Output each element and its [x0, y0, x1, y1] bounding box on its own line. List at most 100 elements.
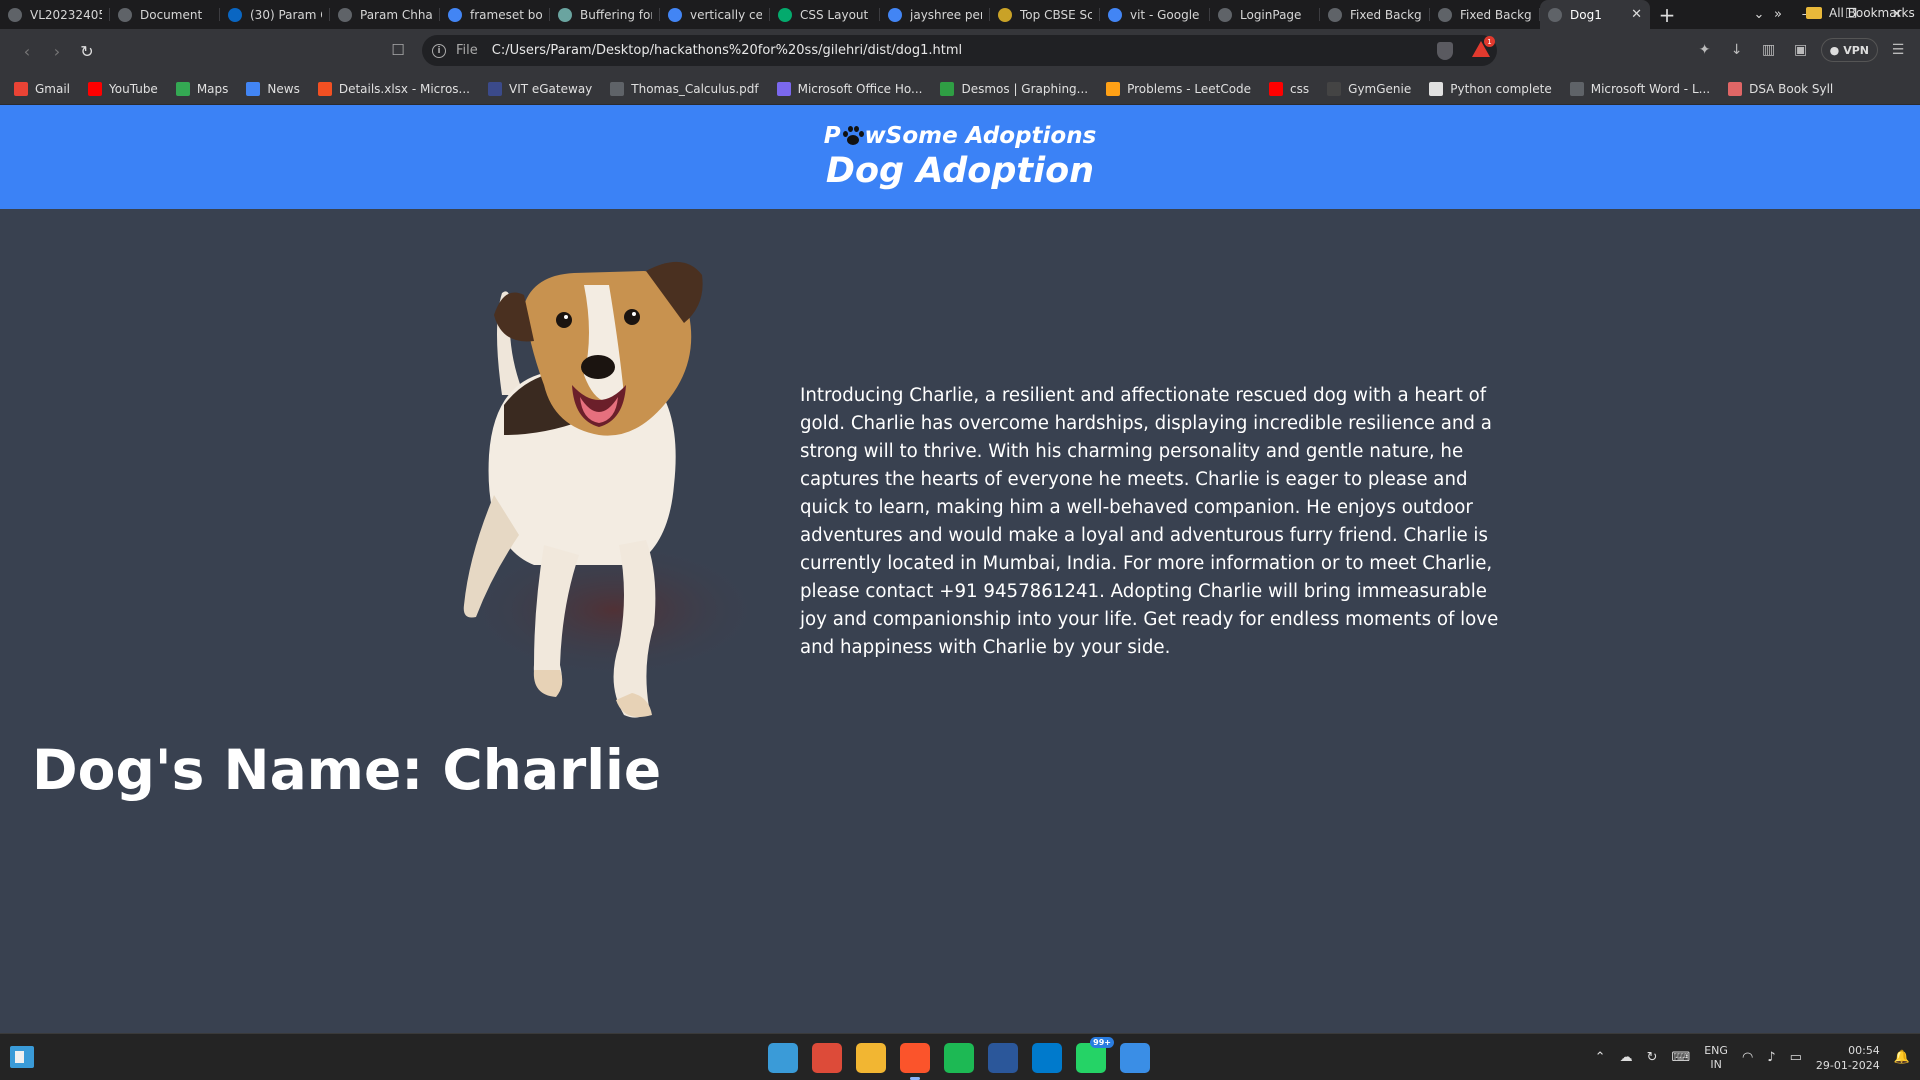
linkedin-icon [228, 7, 242, 22]
bookmark-item[interactable]: Maps [175, 81, 229, 96]
bookmark-item[interactable]: YouTube [88, 81, 158, 96]
tab-title: frameset bord [470, 7, 542, 22]
google-icon [1108, 7, 1122, 22]
bookmark-item[interactable]: Problems - LeetCode [1106, 81, 1251, 96]
vpn-label: VPN [1843, 43, 1869, 57]
brave-shields-icon[interactable] [1437, 42, 1453, 60]
bookmark-item[interactable]: Thomas_Calculus.pdf [610, 81, 759, 96]
tab[interactable]: vertically cent [660, 0, 770, 29]
tab[interactable]: vit - Google S [1100, 0, 1210, 29]
vpn-button[interactable]: ● VPN [1820, 38, 1878, 62]
tab[interactable]: Fixed Backgro [1430, 0, 1540, 29]
tab[interactable]: frameset bord [440, 0, 550, 29]
windows-start-icon[interactable] [768, 1042, 798, 1073]
new-tab-button[interactable]: + [1650, 0, 1684, 29]
tab-title: CSS Layout - [800, 7, 872, 22]
site-brand[interactable]: P wSome Adoptions [824, 123, 1097, 149]
wifi-icon[interactable]: ◠ [1742, 1050, 1753, 1065]
bookmark-label: Microsoft Office Ho... [797, 81, 923, 96]
tab-title: Document [140, 7, 203, 22]
bookmark-item[interactable]: Details.xlsx - Micros... [317, 81, 470, 96]
all-bookmarks-button[interactable]: All Bookmarks [1806, 6, 1915, 20]
tab[interactable]: jayshree peri [880, 0, 990, 29]
address-url[interactable]: C:/Users/Param/Desktop/hackathons%20for%… [492, 43, 962, 58]
volume-icon[interactable]: ♪ [1767, 1050, 1775, 1065]
bookmark-item[interactable]: GymGenie [1327, 81, 1411, 96]
notification-bell-icon[interactable]: 🔔 [1894, 1050, 1910, 1065]
sidebar-icon[interactable]: ▥ [1757, 37, 1781, 63]
globe-icon [1328, 7, 1342, 22]
tab[interactable]: VL202324050 [0, 0, 110, 29]
language-code: ENG [1704, 1043, 1728, 1057]
bookmark-item[interactable]: Desmos | Graphing... [940, 81, 1088, 96]
wallet-icon[interactable]: ▣ [1789, 37, 1813, 63]
brave-rewards-icon[interactable]: 1 [1472, 36, 1495, 59]
tab[interactable]: LoginPage [1210, 0, 1320, 29]
more-bookmarks-button[interactable]: » [1774, 7, 1782, 22]
google-icon [668, 7, 682, 22]
brave-icon[interactable] [900, 1042, 930, 1080]
tab[interactable]: CSS Layout - [770, 0, 880, 29]
reload-button[interactable]: ↻ [72, 36, 102, 66]
brand-prefix: P [823, 123, 841, 149]
onedrive-icon[interactable]: ☁ [1620, 1050, 1633, 1065]
bookmark-item[interactable]: css [1269, 81, 1309, 96]
tab-title: Param Chhab [360, 7, 432, 22]
page-icon [558, 7, 572, 22]
keyboard-icon[interactable]: ⌨ [1671, 1050, 1690, 1065]
battery-icon[interactable]: ▭ [1790, 1050, 1802, 1065]
all-bookmarks-label: All Bookmarks [1829, 6, 1915, 20]
close-tab-icon[interactable]: ✕ [1631, 7, 1642, 22]
back-button[interactable]: ‹ [12, 36, 42, 66]
bookmark-item[interactable]: Python complete [1429, 81, 1552, 96]
bookmark-page-icon[interactable]: ☐ [386, 37, 410, 63]
tab[interactable]: Fixed Backgro [1320, 0, 1430, 29]
file-explorer-icon[interactable] [856, 1042, 886, 1073]
bookmark-item[interactable]: Microsoft Office Ho... [776, 81, 923, 96]
downloads-icon[interactable]: ↓ [1725, 37, 1749, 63]
vscode-icon[interactable] [1032, 1042, 1062, 1073]
chrome-icon[interactable] [812, 1042, 842, 1073]
dog-photo [463, 261, 764, 718]
extensions-icon[interactable]: ✦ [1693, 37, 1717, 63]
globe-icon [1569, 81, 1584, 96]
bookmark-item[interactable]: VIT eGateway [487, 81, 592, 96]
globe-icon [1548, 7, 1562, 22]
globe-icon [1438, 7, 1452, 22]
office-icon [776, 81, 791, 96]
news-icon [246, 81, 261, 96]
spotify-icon[interactable] [944, 1042, 974, 1073]
tab-strip: VL202324050 Document (30) Param Ch Param Ch… [0, 0, 1920, 29]
widgets-icon[interactable] [10, 1046, 34, 1068]
address-bar[interactable]: i File C:/Users/Param/Desktop/hackathons… [422, 35, 1497, 66]
tab-title: jayshree peri [910, 7, 982, 22]
word-icon[interactable] [988, 1042, 1018, 1073]
tab-title: vit - Google S [1130, 7, 1202, 22]
book-icon [1728, 81, 1743, 96]
vit-icon [487, 81, 502, 96]
bookmark-item[interactable]: Microsoft Word - L... [1569, 81, 1710, 96]
page-title: Dog Adoption [825, 151, 1095, 191]
tab[interactable]: Top CBSE Sch [990, 0, 1100, 29]
bookmark-item[interactable]: News [246, 81, 300, 96]
tab-active[interactable]: Dog1 ✕ [1540, 0, 1650, 29]
tab[interactable]: Param Chhab [330, 0, 440, 29]
language-indicator[interactable]: ENG IN [1704, 1044, 1728, 1072]
menu-icon[interactable]: ☰ [1886, 37, 1910, 63]
sync-icon[interactable]: ↻ [1647, 1050, 1658, 1065]
bookmark-label: News [267, 81, 300, 96]
forward-button[interactable]: › [42, 36, 72, 66]
tab[interactable]: Document [110, 0, 220, 29]
photos-icon[interactable] [1120, 1042, 1150, 1073]
whatsapp-icon[interactable]: 99+ [1076, 1036, 1114, 1073]
tab-title: Buffering for [580, 7, 652, 22]
youtube-icon [1269, 81, 1284, 96]
tab[interactable]: Buffering for [550, 0, 660, 29]
bookmark-item[interactable]: DSA Book Syll [1728, 81, 1833, 96]
site-info-icon[interactable]: i [432, 43, 446, 58]
tray-overflow-icon[interactable]: ⌃ [1595, 1050, 1606, 1065]
bookmark-label: Maps [196, 81, 229, 96]
tab[interactable]: (30) Param Ch [220, 0, 330, 29]
clock[interactable]: 00:54 29-01-2024 [1816, 1043, 1880, 1073]
bookmark-item[interactable]: Gmail [14, 81, 70, 96]
